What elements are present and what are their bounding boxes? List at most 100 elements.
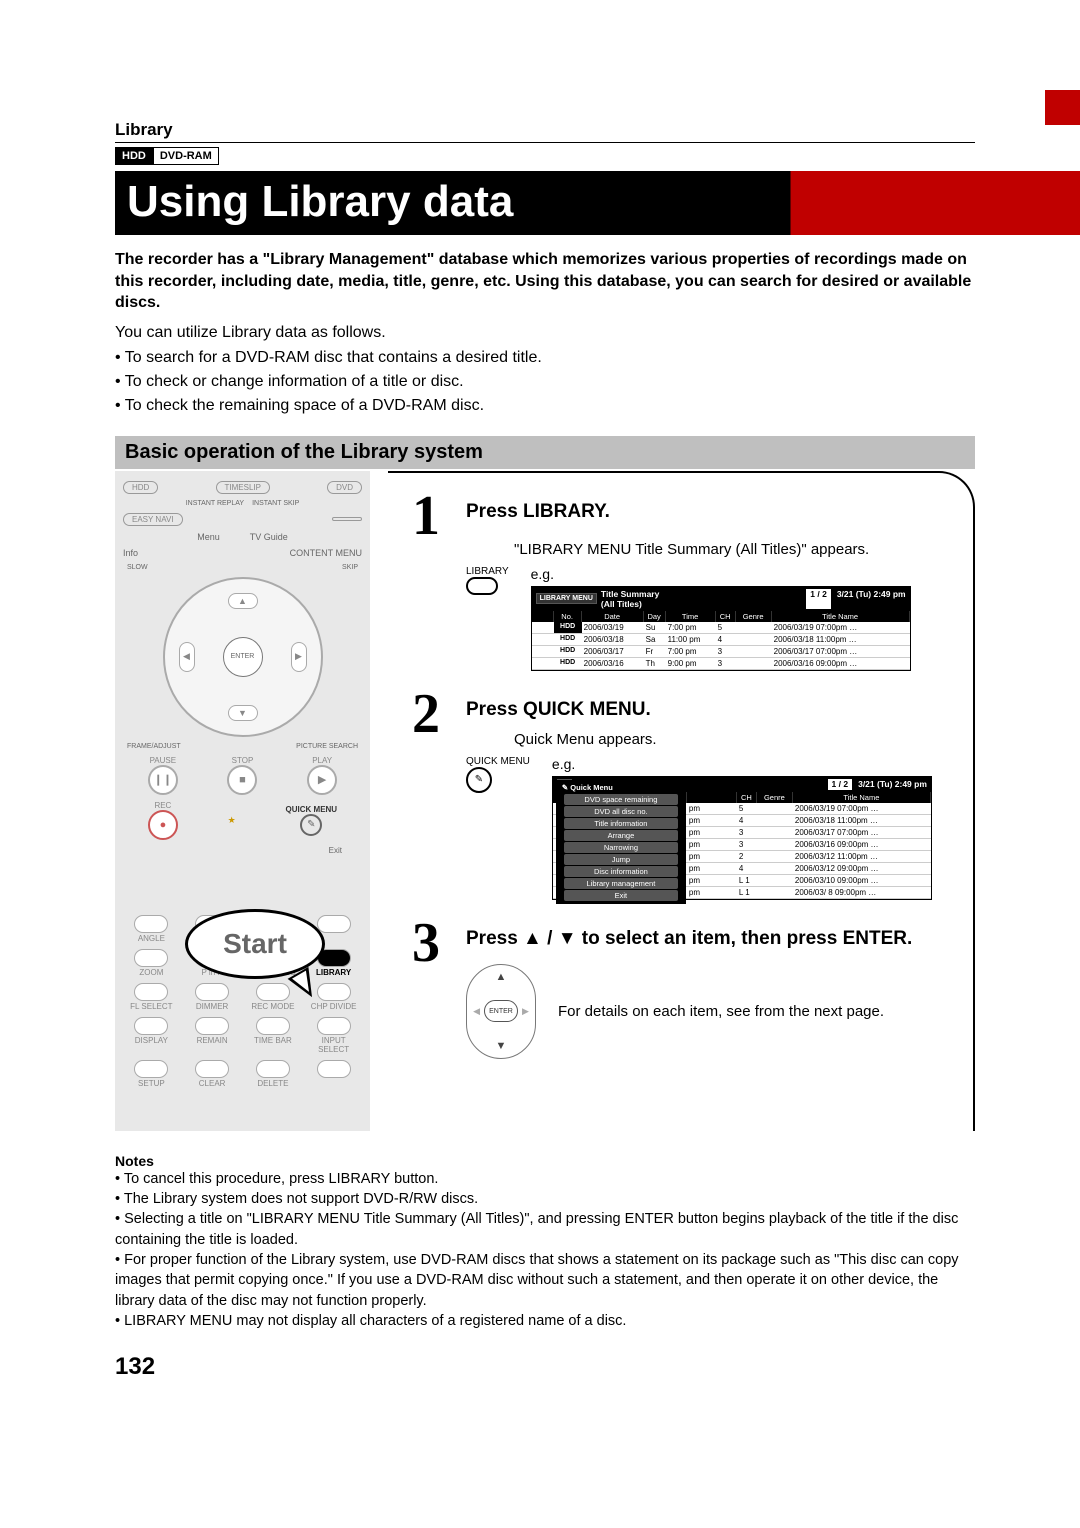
remote-grid-cell: REMAIN	[184, 1017, 241, 1054]
corner-accent	[1045, 90, 1080, 125]
screen-pager: 1 / 2	[828, 779, 853, 790]
remote-left-icon: ◀	[179, 642, 195, 672]
down-arrow-icon: ▼	[496, 1040, 507, 1052]
note-item: For proper function of the Library syste…	[115, 1250, 975, 1311]
intro-bold: The recorder has a "Library Management" …	[115, 249, 975, 314]
remote-play-label: PLAY	[307, 756, 337, 765]
table-row: HDD2006/03/18Sa11:00 pm42006/03/18 11:00…	[532, 634, 910, 646]
enter-dpad-icon: ▲ ◀ ENTER ▶ ▼	[466, 964, 536, 1059]
quickmenu-item: Disc information	[564, 866, 678, 877]
intro-bullet: To search for a DVD-RAM disc that contai…	[115, 346, 975, 370]
right-arrow-icon: ▶	[522, 1006, 529, 1017]
badge-hdd: HDD	[115, 147, 153, 165]
remote-frame-label: FRAME/ADJUST	[127, 743, 181, 750]
remote-grid-cell: ZOOM	[123, 949, 180, 977]
step-number: 2	[412, 689, 454, 900]
remote-quickmenu-icon: ✎	[300, 814, 322, 836]
step-3: 3 Press ▲ / ▼ to select an item, then pr…	[412, 918, 949, 1059]
remote-grid-cell: TIME BAR	[245, 1017, 302, 1054]
remote-pause-label: PAUSE	[148, 756, 178, 765]
enter-label: ENTER	[484, 1000, 518, 1022]
remote-slow-label: SLOW	[127, 564, 148, 571]
intro-line: You can utilize Library data as follows.	[115, 324, 975, 342]
quickmenu-button-icon: QUICK MENU ✎	[466, 756, 530, 794]
table-row: HDD2006/03/17Fr7:00 pm32006/03/17 07:00p…	[532, 646, 910, 658]
remote-instant-replay: INSTANT REPLAY	[186, 500, 244, 507]
step-desc: Quick Menu appears.	[514, 731, 949, 748]
remote-up-icon: ▲	[228, 593, 258, 609]
remote-grid-cell: DELETE	[245, 1060, 302, 1088]
quickmenu-item: DVD space remaining	[564, 794, 678, 805]
steps-column: 1 Press LIBRARY. "LIBRARY MENU Title Sum…	[388, 471, 975, 1131]
intro-bullet: To check the remaining space of a DVD-RA…	[115, 394, 975, 418]
quickmenu-item: Arrange	[564, 830, 678, 841]
remote-grid-cell: FL SELECT	[123, 983, 180, 1011]
screen-logo: LIBRARY MENU	[536, 593, 597, 604]
screen-datetime: 3/21 (Tu) 2:49 pm	[858, 779, 927, 790]
section-heading: Basic operation of the Library system	[115, 436, 975, 469]
remote-contentmenu: CONTENT MENU	[290, 548, 362, 558]
remote-illustration: HDD TIMESLIP DVD INSTANT REPLAY INSTANT …	[115, 471, 370, 1131]
title-band: Using Library data	[115, 171, 1080, 235]
note-item: To cancel this procedure, press LIBRARY …	[115, 1169, 975, 1189]
quickmenu-button-label: QUICK MENU	[466, 756, 530, 767]
quickmenu-item: DVD all disc no.	[564, 806, 678, 817]
quickmenu-item: Narrowing	[564, 842, 678, 853]
remote-grid-cell: CLEAR	[184, 1060, 241, 1088]
remote-rec-icon: ●	[148, 810, 178, 840]
step-title: Press LIBRARY.	[466, 501, 949, 523]
manual-page: Library HDD DVD-RAM Using Library data T…	[0, 0, 1080, 1431]
screen-datetime: 3/21 (Tu) 2:49 pm	[837, 589, 906, 609]
page-number: 132	[115, 1353, 975, 1381]
step-title: Press ▲ / ▼ to select an item, then pres…	[466, 928, 949, 950]
page-title: Using Library data	[127, 177, 1068, 227]
remote-stop-label: STOP	[227, 756, 257, 765]
eg-label: e.g.	[552, 756, 575, 772]
up-arrow-icon: ▲	[496, 971, 507, 983]
remote-grid-cell: ANGLE	[123, 915, 180, 943]
screen-pager: 1 / 2	[806, 589, 831, 609]
left-arrow-icon: ◀	[473, 1006, 480, 1017]
remote-hdd: HDD	[123, 481, 158, 494]
screen-title-2: (All Titles)	[601, 599, 642, 609]
intro-bullets: To search for a DVD-RAM disc that contai…	[115, 346, 975, 418]
remote-dpad: ▲ ▼ ◀ ▶ ENTER	[163, 577, 323, 737]
step-title: Press QUICK MENU.	[466, 699, 949, 721]
quickmenu-item: Exit	[564, 890, 678, 901]
remote-blank	[332, 517, 362, 521]
remote-grid-cell	[305, 1060, 362, 1088]
remote-menu: Menu	[197, 532, 220, 542]
library-button-label: LIBRARY	[466, 566, 509, 577]
screen-library-menu: LIBRARY MENU Title Summary(All Titles) 1…	[531, 586, 911, 671]
remote-stop-icon: ■	[227, 765, 257, 795]
remote-enter: ENTER	[223, 637, 263, 677]
remote-grid-cell: DIMMER	[184, 983, 241, 1011]
notes-heading: Notes	[115, 1153, 975, 1169]
remote-star-icon: ★	[228, 815, 236, 826]
remote-grid-cell: SETUP	[123, 1060, 180, 1088]
note-item: LIBRARY MENU may not display all charact…	[115, 1311, 975, 1331]
media-badges: HDD DVD-RAM	[115, 147, 975, 165]
remote-tvguide: TV Guide	[250, 532, 288, 542]
remote-right-icon: ▶	[291, 642, 307, 672]
remote-grid-cell: DISPLAY	[123, 1017, 180, 1054]
section-label: Library	[115, 120, 975, 143]
table-row: HDD2006/03/19Su7:00 pm52006/03/19 07:00p…	[532, 622, 910, 634]
step-number: 1	[412, 491, 454, 671]
remote-down-icon: ▼	[228, 705, 258, 721]
remote-dvd: DVD	[327, 481, 362, 494]
intro-bullet: To check or change information of a titl…	[115, 370, 975, 394]
library-button-icon: LIBRARY	[466, 566, 509, 596]
badge-dvdram: DVD-RAM	[153, 147, 219, 165]
screen-title-1: Title Summary	[601, 589, 659, 599]
eg-label: e.g.	[531, 566, 554, 582]
step-2: 2 Press QUICK MENU. Quick Menu appears. …	[412, 689, 949, 900]
step-desc: "LIBRARY MENU Title Summary (All Titles)…	[514, 541, 949, 558]
quickmenu-item: Title information	[564, 818, 678, 829]
quickmenu-popup: ✎ Quick Menu DVD space remainingDVD all …	[556, 780, 686, 904]
notes-list: To cancel this procedure, press LIBRARY …	[115, 1169, 975, 1331]
remote-rec-label: REC	[148, 801, 178, 810]
step-1: 1 Press LIBRARY. "LIBRARY MENU Title Sum…	[412, 491, 949, 671]
remote-instant-skip: INSTANT SKIP	[252, 500, 299, 507]
quickmenu-item: Jump	[564, 854, 678, 865]
